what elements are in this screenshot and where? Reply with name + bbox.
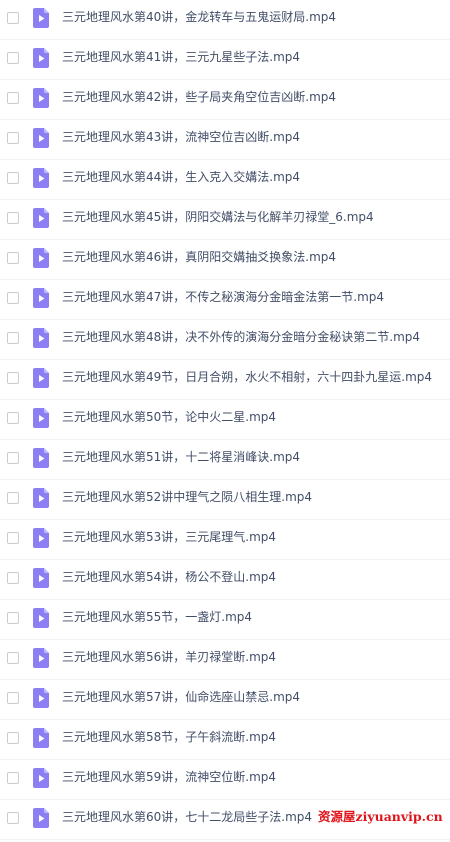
file-name[interactable]: 三元地理风水第55节，一盏灯.mp4 [62, 609, 252, 625]
video-file-icon [33, 48, 49, 68]
file-row[interactable]: 三元地理风水第58节，子午斜流断.mp4 [0, 720, 450, 760]
file-row[interactable]: 三元地理风水第42讲，些子局夹角空位吉凶断.mp4 [0, 80, 450, 120]
video-file-icon [33, 128, 49, 148]
file-name[interactable]: 三元地理风水第60讲，七十二龙局些子法.mp4 [62, 809, 312, 825]
select-checkbox[interactable] [7, 612, 19, 624]
file-name[interactable]: 三元地理风水第45讲，阴阳交媾法与化解羊刃禄堂_6.mp4 [62, 209, 374, 225]
file-name[interactable]: 三元地理风水第58节，子午斜流断.mp4 [62, 729, 276, 745]
select-checkbox[interactable] [7, 732, 19, 744]
file-row[interactable]: 三元地理风水第54讲，杨公不登山.mp4 [0, 560, 450, 600]
file-row[interactable]: 三元地理风水第59讲，流神空位断.mp4 [0, 760, 450, 800]
file-row[interactable]: 三元地理风水第56讲，羊刃禄堂断.mp4 [0, 640, 450, 680]
file-name[interactable]: 三元地理风水第54讲，杨公不登山.mp4 [62, 569, 276, 585]
file-row[interactable]: 三元地理风水第55节，一盏灯.mp4 [0, 600, 450, 640]
file-name[interactable]: 三元地理风水第56讲，羊刃禄堂断.mp4 [62, 649, 276, 665]
select-checkbox[interactable] [7, 292, 19, 304]
select-checkbox[interactable] [7, 252, 19, 264]
select-checkbox[interactable] [7, 452, 19, 464]
file-name[interactable]: 三元地理风水第46讲，真阴阳交媾抽爻换象法.mp4 [62, 249, 336, 265]
video-file-icon [33, 448, 49, 468]
select-checkbox[interactable] [7, 652, 19, 664]
file-row[interactable]: 三元地理风水第49节，日月合朔，水火不相射，六十四卦九星运.mp4 [0, 360, 450, 400]
video-file-icon [33, 8, 49, 28]
file-list: 三元地理风水第40讲，金龙转车与五鬼运财局.mp4 三元地理风水第41讲，三元九星… [0, 0, 450, 840]
file-name[interactable]: 三元地理风水第41讲，三元九星些子法.mp4 [62, 49, 300, 65]
select-checkbox[interactable] [7, 572, 19, 584]
file-name[interactable]: 三元地理风水第42讲，些子局夹角空位吉凶断.mp4 [62, 89, 336, 105]
video-file-icon [33, 688, 49, 708]
video-file-icon [33, 328, 49, 348]
file-row[interactable]: 三元地理风水第45讲，阴阳交媾法与化解羊刃禄堂_6.mp4 [0, 200, 450, 240]
video-file-icon [33, 288, 49, 308]
file-row[interactable]: 三元地理风水第44讲，生入克入交媾法.mp4 [0, 160, 450, 200]
file-name[interactable]: 三元地理风水第57讲，仙命选座山禁忌.mp4 [62, 689, 300, 705]
video-file-icon [33, 368, 49, 388]
file-row[interactable]: 三元地理风水第40讲，金龙转车与五鬼运财局.mp4 [0, 0, 450, 40]
file-name[interactable]: 三元地理风水第52讲中理气之陨八相生理.mp4 [62, 489, 312, 505]
file-row[interactable]: 三元地理风水第43讲，流神空位吉凶断.mp4 [0, 120, 450, 160]
select-checkbox[interactable] [7, 532, 19, 544]
video-file-icon [33, 88, 49, 108]
file-name[interactable]: 三元地理风水第51讲，十二将星消峰诀.mp4 [62, 449, 300, 465]
select-checkbox[interactable] [7, 332, 19, 344]
file-row[interactable]: 三元地理风水第46讲，真阴阳交媾抽爻换象法.mp4 [0, 240, 450, 280]
file-row[interactable]: 三元地理风水第51讲，十二将星消峰诀.mp4 [0, 440, 450, 480]
video-file-icon [33, 648, 49, 668]
file-row[interactable]: 三元地理风水第52讲中理气之陨八相生理.mp4 [0, 480, 450, 520]
file-name[interactable]: 三元地理风水第53讲，三元尾理气.mp4 [62, 529, 276, 545]
file-name[interactable]: 三元地理风水第40讲，金龙转车与五鬼运财局.mp4 [62, 9, 336, 25]
select-checkbox[interactable] [7, 412, 19, 424]
select-checkbox[interactable] [7, 52, 19, 64]
video-file-icon [33, 568, 49, 588]
file-name[interactable]: 三元地理风水第48讲，决不外传的演海分金暗分金秘诀第二节.mp4 [62, 329, 420, 345]
file-name[interactable]: 三元地理风水第49节，日月合朔，水火不相射，六十四卦九星运.mp4 [62, 369, 432, 385]
select-checkbox[interactable] [7, 172, 19, 184]
video-file-icon [33, 208, 49, 228]
watermark-text: 资源屋ziyuanvip.cn [318, 809, 443, 825]
select-checkbox[interactable] [7, 212, 19, 224]
video-file-icon [33, 808, 49, 828]
select-checkbox[interactable] [7, 12, 19, 24]
file-name[interactable]: 三元地理风水第43讲，流神空位吉凶断.mp4 [62, 129, 300, 145]
file-row[interactable]: 三元地理风水第57讲，仙命选座山禁忌.mp4 [0, 680, 450, 720]
select-checkbox[interactable] [7, 692, 19, 704]
file-name[interactable]: 三元地理风水第59讲，流神空位断.mp4 [62, 769, 276, 785]
file-row[interactable]: 三元地理风水第50节，论中火二星.mp4 [0, 400, 450, 440]
video-file-icon [33, 248, 49, 268]
file-row[interactable]: 三元地理风水第53讲，三元尾理气.mp4 [0, 520, 450, 560]
video-file-icon [33, 728, 49, 748]
video-file-icon [33, 408, 49, 428]
file-row[interactable]: 三元地理风水第48讲，决不外传的演海分金暗分金秘诀第二节.mp4 [0, 320, 450, 360]
select-checkbox[interactable] [7, 132, 19, 144]
video-file-icon [33, 528, 49, 548]
file-name[interactable]: 三元地理风水第44讲，生入克入交媾法.mp4 [62, 169, 300, 185]
select-checkbox[interactable] [7, 492, 19, 504]
video-file-icon [33, 168, 49, 188]
file-name[interactable]: 三元地理风水第47讲，不传之秘演海分金暗金法第一节.mp4 [62, 289, 384, 305]
select-checkbox[interactable] [7, 812, 19, 824]
file-row[interactable]: 三元地理风水第47讲，不传之秘演海分金暗金法第一节.mp4 [0, 280, 450, 320]
file-row[interactable]: 三元地理风水第41讲，三元九星些子法.mp4 [0, 40, 450, 80]
select-checkbox[interactable] [7, 372, 19, 384]
video-file-icon [33, 488, 49, 508]
video-file-icon [33, 768, 49, 788]
select-checkbox[interactable] [7, 772, 19, 784]
file-name[interactable]: 三元地理风水第50节，论中火二星.mp4 [62, 409, 276, 425]
select-checkbox[interactable] [7, 92, 19, 104]
video-file-icon [33, 608, 49, 628]
